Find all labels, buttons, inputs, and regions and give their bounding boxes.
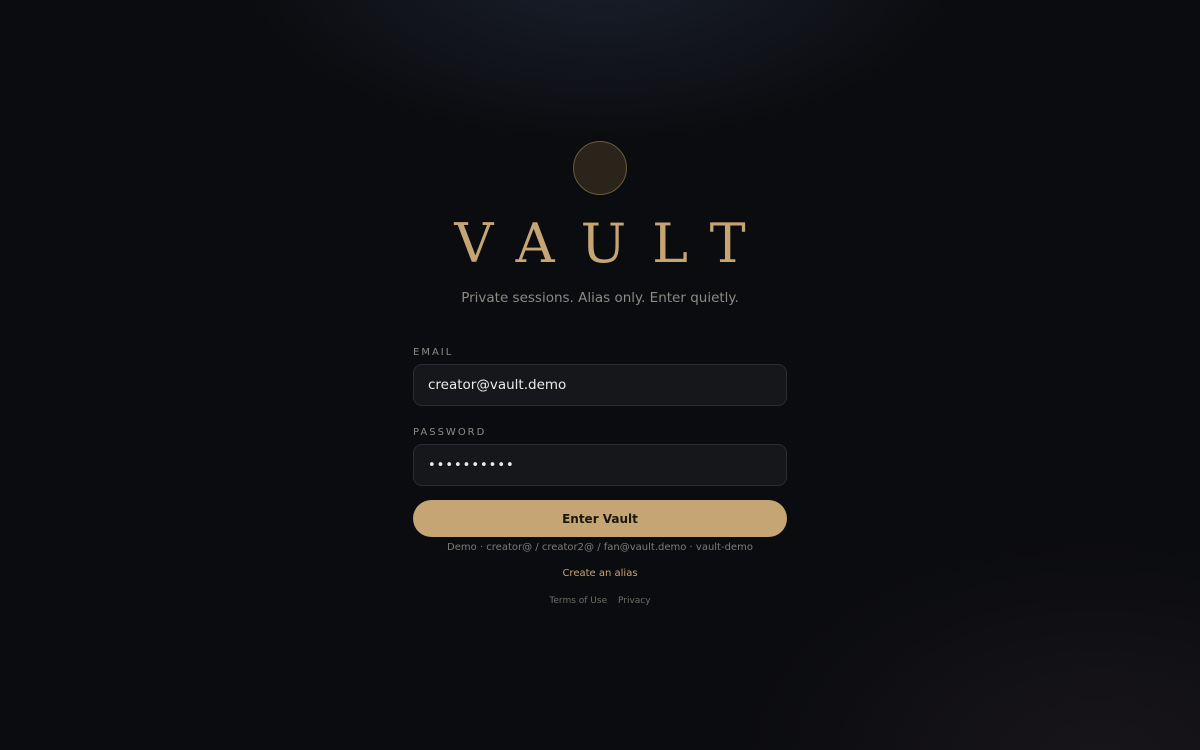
footer-links: Terms of Use Privacy xyxy=(0,596,1200,606)
demo-credentials-hint: Demo · creator@ / creator2@ / fan@vault.… xyxy=(447,542,753,553)
password-field[interactable] xyxy=(413,444,787,486)
email-label: EMAIL xyxy=(413,347,454,358)
terms-link[interactable]: Terms of Use xyxy=(549,596,607,606)
email-field[interactable] xyxy=(413,364,787,406)
enter-vault-button[interactable]: Enter Vault xyxy=(413,500,787,537)
logo-emblem xyxy=(573,141,627,195)
create-alias-container: Create an alias xyxy=(0,568,1200,579)
brand-title: VAULT xyxy=(454,212,772,275)
privacy-link[interactable]: Privacy xyxy=(618,596,651,606)
password-label: PASSWORD xyxy=(413,427,487,438)
login-form: EMAIL PASSWORD Enter Vault xyxy=(413,347,787,537)
login-page: VAULT Private sessions. Alias only. Ente… xyxy=(0,0,1200,750)
create-alias-link[interactable]: Create an alias xyxy=(562,568,637,579)
tagline: Private sessions. Alias only. Enter quie… xyxy=(461,290,739,306)
